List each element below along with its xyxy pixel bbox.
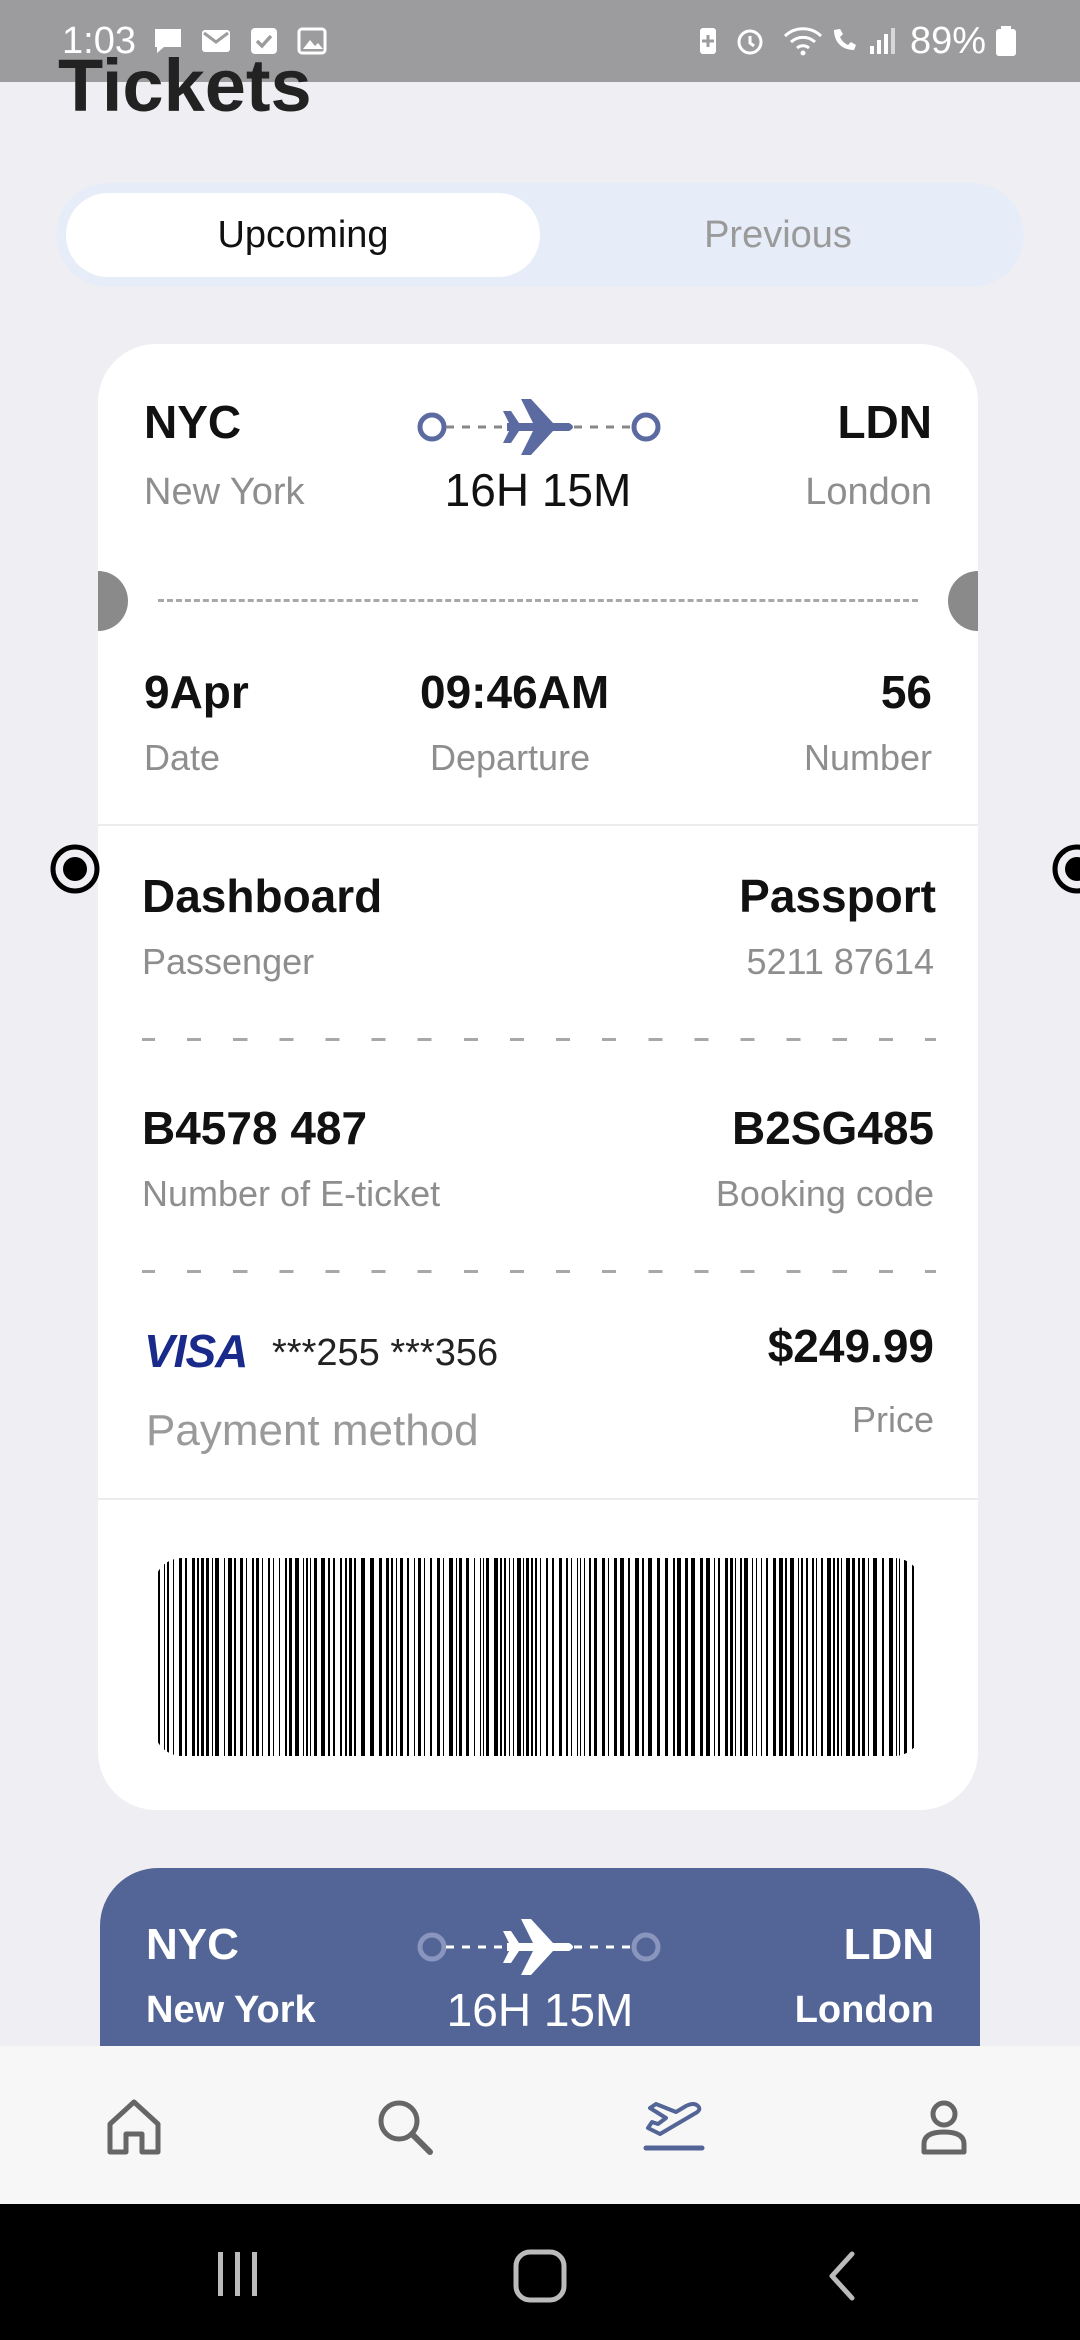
back-icon[interactable] (822, 2248, 862, 2304)
destination-city: London (794, 1989, 934, 2031)
alarm-icon (737, 29, 763, 55)
price-label: Price (851, 1399, 934, 1440)
radio-selected-icon[interactable] (1050, 842, 1080, 896)
flight-duration: 16H 15M (444, 464, 632, 516)
home-button-icon[interactable] (512, 2248, 568, 2304)
card-number: ***255 ***356 (272, 1332, 499, 1374)
departure-value: 09:46AM (420, 666, 610, 718)
payment-method-label: Payment method (146, 1406, 479, 1455)
origin-city: New York (146, 1989, 316, 2031)
departure-label: Departure (430, 737, 591, 778)
barcode (154, 1558, 922, 1756)
battery-saver-icon (700, 28, 716, 54)
flight-route-icon (417, 1919, 661, 1975)
dashed-divider (142, 1270, 936, 1273)
seat-number-value: 56 (880, 666, 932, 718)
battery-percent: 89% (910, 20, 987, 62)
divider (98, 1498, 978, 1500)
page-title: Tickets (58, 44, 312, 127)
ticket-perforation (158, 599, 918, 602)
flight-route-icon (417, 399, 661, 455)
nav-home[interactable] (84, 2076, 184, 2176)
recent-apps-icon[interactable] (210, 2248, 266, 2300)
date-label: Date (144, 737, 221, 778)
profile-icon (921, 2100, 967, 2155)
price-value: $249.99 (767, 1320, 934, 1372)
date-value: 9Apr (144, 666, 249, 718)
destination-code: LDN (837, 396, 932, 448)
signal-icon (870, 28, 895, 54)
destination-city: London (805, 471, 932, 513)
passport-label: Passport (739, 870, 936, 922)
origin-code: NYC (146, 1920, 239, 1969)
system-navigation-bar (0, 2204, 1080, 2340)
passenger-label: Passenger (142, 941, 315, 982)
visa-logo: VISA (144, 1325, 248, 1377)
origin-code: NYC (144, 396, 242, 448)
destination-code: LDN (843, 1920, 934, 1969)
bottom-navigation (0, 2046, 1080, 2204)
nav-tickets[interactable] (624, 2076, 724, 2176)
wifi-icon (783, 27, 823, 56)
wifi-calling-icon (834, 29, 856, 50)
flight-tickets-icon (643, 2102, 705, 2151)
radio-selected-icon[interactable] (48, 842, 102, 896)
nav-profile[interactable] (894, 2076, 994, 2176)
ticket-notch-left (98, 571, 128, 631)
nav-search[interactable] (354, 2076, 454, 2176)
passenger-value: Dashboard (142, 870, 383, 922)
flight-duration: 16H 15M (446, 1984, 634, 2036)
origin-city: New York (144, 471, 305, 513)
divider (98, 824, 978, 826)
eticket-label: Number of E-ticket (142, 1173, 441, 1214)
tab-previous[interactable]: Previous (542, 193, 1014, 277)
battery-icon (996, 26, 1016, 56)
booking-code-value: B2SG485 (731, 1102, 934, 1154)
eticket-value: B4578 487 (142, 1102, 368, 1154)
ticket-tabs: Upcoming Previous (56, 183, 1024, 287)
dashed-divider (142, 1038, 936, 1041)
search-icon (378, 2100, 433, 2155)
seat-number-label: Number (803, 737, 932, 778)
booking-code-label: Booking code (715, 1173, 934, 1214)
home-icon (107, 2099, 161, 2155)
ticket-notch-right (948, 571, 978, 631)
ticket-card[interactable]: NYC New York LDN London 16H 15M 9Apr Dat… (98, 344, 978, 1810)
passport-value: 5211 87614 (746, 941, 934, 982)
tab-upcoming[interactable]: Upcoming (66, 193, 540, 277)
